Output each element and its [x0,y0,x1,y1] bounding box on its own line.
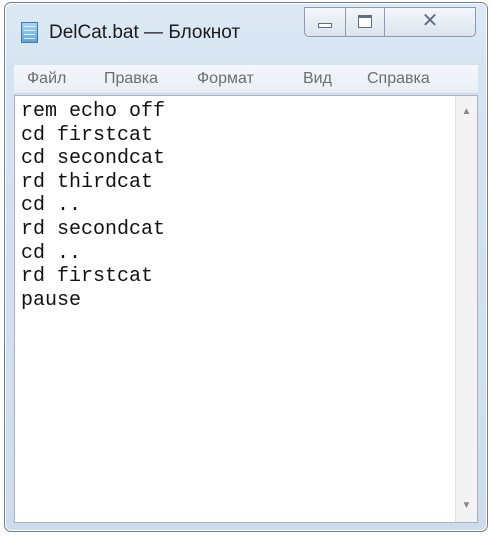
editor-line: cd .. [21,194,82,218]
close-button[interactable]: ✕ [384,7,476,37]
scroll-up-icon[interactable]: ▲ [456,102,477,122]
scroll-down-icon[interactable]: ▼ [456,496,477,516]
menu-format[interactable]: Формат [197,70,254,88]
editor-line: rd thirdcat [21,170,154,194]
minimize-icon [318,23,332,28]
notepad-icon [21,22,38,43]
editor-line: cd firstcat [21,123,154,147]
editor-line: rd secondcat [21,217,166,241]
title-bar[interactable]: DelCat.bat — Блокнот ✕ [5,3,487,61]
text-editor[interactable]: rem echo off cd firstcat cd secondcat rd… [14,95,478,523]
menu-edit[interactable]: Правка [104,70,158,88]
menu-view[interactable]: Вид [303,70,332,88]
editor-line: cd .. [21,241,82,265]
maximize-icon [358,15,372,28]
menu-bar: Файл Правка Формат Вид Справка [14,65,478,94]
maximize-button[interactable] [345,7,385,37]
menu-help[interactable]: Справка [367,70,430,88]
editor-line: rd firstcat [21,265,154,289]
window-title: DelCat.bat — Блокнот [49,22,241,43]
editor-line: rem echo off [21,100,166,123]
vertical-scrollbar[interactable]: ▲ ▼ [455,96,477,522]
editor-line: cd secondcat [21,147,166,171]
minimize-button[interactable] [304,7,346,37]
editor-content[interactable]: rem echo off cd firstcat cd secondcat rd… [21,100,165,312]
editor-line: pause [21,288,82,312]
notepad-window: DelCat.bat — Блокнот ✕ Файл Правка Форма… [4,2,488,532]
close-icon: ✕ [421,10,439,32]
menu-file[interactable]: Файл [27,70,66,88]
